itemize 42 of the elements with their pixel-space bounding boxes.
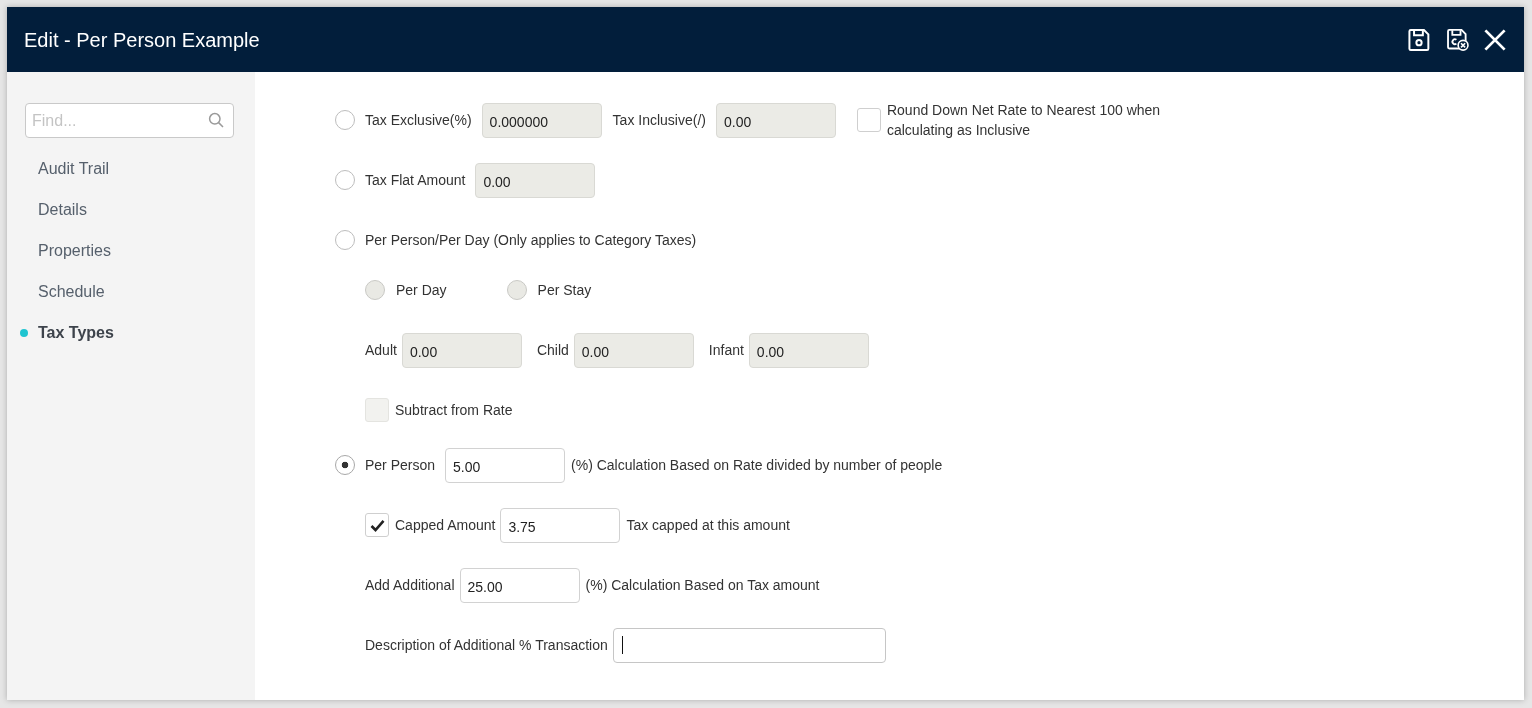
text-field[interactable]: 5.00	[445, 447, 566, 483]
hint-text: Tax capped at this amount	[626, 515, 790, 535]
sidebar-item[interactable]: Schedule	[20, 271, 234, 312]
text-field[interactable]: 25.00	[459, 567, 580, 603]
checkbox[interactable]	[365, 513, 389, 537]
field-label: Description of Additional % Transaction	[365, 635, 608, 655]
check-icon	[369, 518, 385, 532]
field-label: Tax Flat Amount	[365, 170, 466, 190]
text-cursor	[621, 636, 623, 654]
sidebar-item[interactable]: Properties	[20, 230, 234, 271]
field-label: Infant	[708, 340, 744, 360]
save-close-icon	[1447, 28, 1469, 51]
field-label: Round Down Net Rate to Nearest 100 when calculating as Inclusive	[886, 101, 1162, 140]
active-dot-icon	[20, 328, 28, 337]
hint-text: (%) Calculation Based on Rate divided by number of people	[571, 455, 943, 475]
sidebar-item[interactable]: Tax Types	[20, 312, 234, 353]
close-button[interactable]	[1484, 28, 1506, 51]
hint-text: (%) Calculation Based on Tax amount	[585, 575, 820, 595]
field-label: Per Stay	[537, 280, 592, 300]
field-label: Child	[536, 340, 569, 360]
search-icon	[208, 112, 224, 128]
save-icon	[1408, 28, 1430, 51]
search-field[interactable]: Find...	[25, 103, 234, 138]
field-label: Per Day	[396, 280, 447, 300]
field-label: Capped Amount	[395, 515, 496, 535]
radio-button[interactable]	[335, 230, 355, 250]
radio-button[interactable]	[335, 455, 355, 475]
field-label: Subtract from Rate	[395, 400, 513, 420]
field-label: Adult	[365, 340, 397, 360]
field-label: Add Additional	[365, 575, 455, 595]
close-icon	[1484, 28, 1506, 51]
field-label: Per Person/Per Day (Only applies to Category Taxes)	[365, 230, 697, 250]
text-field[interactable]: 3.75	[500, 507, 621, 543]
field-label: Per Person	[365, 455, 436, 475]
sidebar-item[interactable]: Audit Trail	[20, 148, 234, 189]
sidebar-item[interactable]: Details	[20, 189, 234, 230]
save-button[interactable]	[1408, 28, 1430, 51]
field-label: Tax Exclusive(%)	[365, 110, 472, 130]
window-title: Edit - Per Person Example	[24, 27, 261, 53]
text-field[interactable]	[612, 627, 886, 663]
save-and-close-button[interactable]	[1447, 28, 1469, 51]
field-label: Tax Inclusive(/)	[612, 110, 706, 130]
